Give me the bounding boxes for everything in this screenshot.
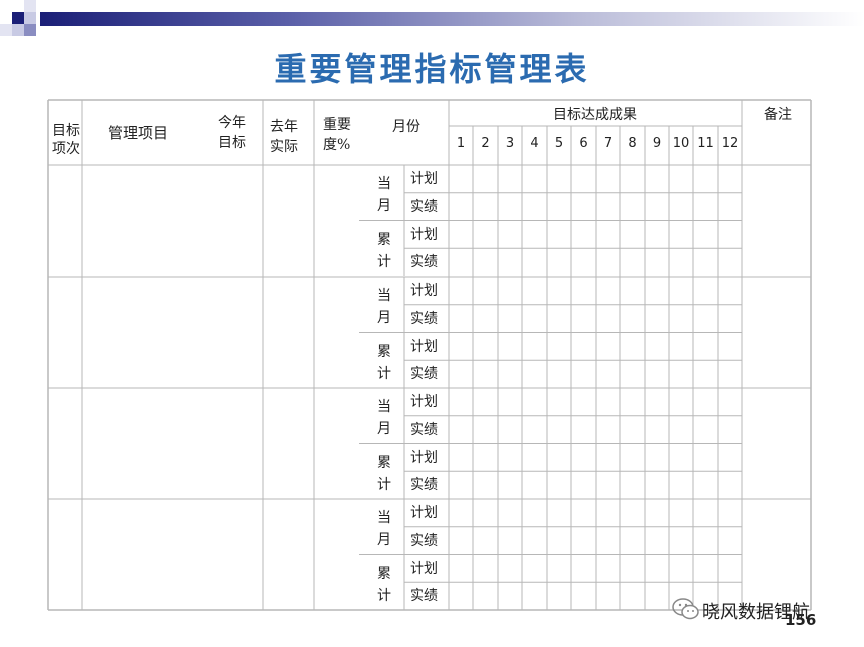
label-plan: 计划	[410, 505, 438, 521]
label-cumulative: 累计	[377, 343, 391, 382]
page-number: 156	[785, 611, 817, 629]
label-actual: 实绩	[410, 366, 438, 383]
label-plan: 计划	[410, 560, 438, 577]
month-number: 10	[672, 136, 690, 151]
label-plan: 计划	[410, 283, 438, 299]
label-actual: 实绩	[410, 588, 438, 605]
month-number: 1	[456, 136, 466, 151]
header-this-year-target: 今年	[218, 115, 246, 131]
month-number: 12	[721, 136, 739, 151]
month-number: 11	[697, 136, 714, 151]
label-actual: 实绩	[410, 421, 438, 438]
month-number: 3	[505, 136, 515, 151]
label-current-month: 当月	[377, 399, 391, 437]
month-number: 2	[481, 136, 490, 151]
label-actual: 实绩	[410, 477, 438, 494]
label-cumulative: 累计	[377, 565, 391, 604]
label-current-month: 当月	[377, 288, 391, 326]
label-cumulative: 累计	[377, 231, 391, 270]
label-current-month: 当月	[377, 510, 391, 548]
label-plan: 计划	[410, 449, 438, 466]
label-actual: 实绩	[410, 532, 438, 549]
label-actual: 实绩	[410, 254, 438, 271]
watermark: 晓风数据锂航	[672, 592, 852, 628]
header-remarks: 备注	[764, 107, 792, 123]
label-plan: 计划	[410, 171, 438, 187]
header-weight: 重要	[323, 117, 351, 133]
label-plan: 计划	[410, 226, 438, 243]
label-actual: 实绩	[410, 198, 438, 215]
header-this-year-target: 目标	[218, 135, 246, 151]
label-cumulative: 累计	[377, 454, 391, 493]
month-number: 8	[628, 136, 637, 151]
header-item-no: 目标	[52, 123, 80, 139]
label-actual: 实绩	[410, 310, 438, 327]
label-current-month: 当月	[377, 176, 391, 214]
month-number: 6	[579, 136, 588, 151]
wechat-icon	[672, 598, 699, 620]
month-number: 5	[554, 136, 564, 151]
header-weight: 度%	[323, 137, 351, 153]
header-last-year-actual: 去年	[270, 119, 298, 135]
month-number: 9	[652, 136, 662, 151]
month-number: 7	[603, 136, 613, 151]
header-item-no: 项次	[52, 141, 80, 157]
header-month: 月份	[392, 119, 420, 135]
label-plan: 计划	[410, 394, 438, 410]
header-management-item: 管理项目	[108, 124, 169, 142]
header-last-year-actual: 实际	[270, 139, 298, 155]
header-target-results: 目标达成成果	[553, 107, 637, 123]
label-plan: 计划	[410, 338, 438, 355]
month-number: 4	[530, 136, 539, 151]
